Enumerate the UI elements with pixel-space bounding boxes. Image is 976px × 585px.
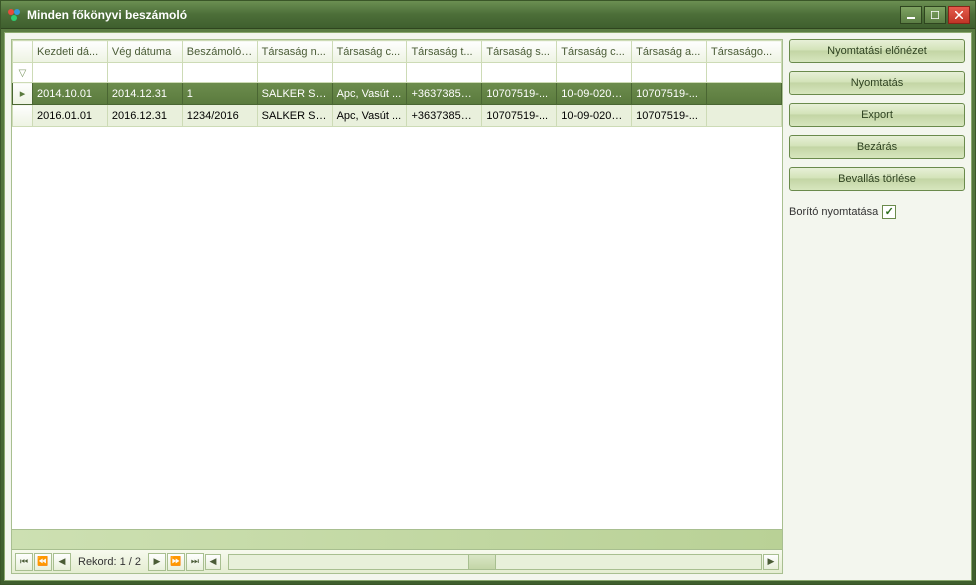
client-area: Kezdeti dá... Vég dátuma Beszámoló ... T… <box>4 32 972 581</box>
column-header[interactable]: Kezdeti dá... <box>33 41 108 63</box>
filter-icon[interactable]: ▽ <box>13 63 33 83</box>
filter-cell[interactable] <box>557 63 632 83</box>
cell[interactable]: 2014.12.31 <box>107 83 182 105</box>
cell[interactable]: Apc, Vasút ... <box>332 83 407 105</box>
cell[interactable] <box>707 83 782 105</box>
cover-print-checkbox-row: Borító nyomtatása ✓ <box>789 205 965 219</box>
side-panel: Nyomtatási előnézet Nyomtatás Export Bez… <box>789 39 965 574</box>
column-header[interactable]: Társaságo... <box>707 41 782 63</box>
cell[interactable]: 2014.10.01 <box>33 83 108 105</box>
cell[interactable]: 10707519-... <box>482 83 557 105</box>
navigator-bar: ⏮ ⏪ ◀ Rekord: 1 / 2 ▶ ⏩ ⏭ ◀ ▶ <box>12 549 782 573</box>
cell[interactable]: 10707519-... <box>482 105 557 127</box>
indicator-header <box>13 41 33 63</box>
cell[interactable]: +3637385367 <box>407 105 482 127</box>
nav-prev-page-button[interactable]: ⏪ <box>34 553 52 571</box>
header-row: Kezdeti dá... Vég dátuma Beszámoló ... T… <box>13 41 782 63</box>
cell[interactable]: 10-09-020954 <box>557 83 632 105</box>
hscroll-right-button[interactable]: ▶ <box>763 554 779 570</box>
nav-first-button[interactable]: ⏮ <box>15 553 33 571</box>
cover-print-checkbox[interactable]: ✓ <box>882 205 896 219</box>
row-indicator-icon: ▸ <box>13 83 33 105</box>
cell[interactable]: 10707519-... <box>632 83 707 105</box>
nav-next-button[interactable]: ▶ <box>148 553 166 571</box>
cover-print-label: Borító nyomtatása <box>789 206 878 218</box>
grid-panel: Kezdeti dá... Vég dátuma Beszámoló ... T… <box>11 39 783 574</box>
record-label: Rekord: 1 / 2 <box>72 556 147 568</box>
column-header[interactable]: Társaság s... <box>482 41 557 63</box>
maximize-button[interactable] <box>924 6 946 24</box>
minimize-button[interactable] <box>900 6 922 24</box>
data-grid[interactable]: Kezdeti dá... Vég dátuma Beszámoló ... T… <box>12 40 782 529</box>
filter-cell[interactable] <box>482 63 557 83</box>
column-header[interactable]: Vég dátuma <box>107 41 182 63</box>
app-window: Minden főkönyvi beszámoló Kezdeti dá... … <box>0 0 976 585</box>
delete-report-button[interactable]: Bevallás törlése <box>789 167 965 191</box>
cell[interactable]: 10707519-... <box>632 105 707 127</box>
table-row[interactable]: ▸ 2014.10.01 2014.12.31 1 SALKER Sal... … <box>13 83 782 105</box>
close-window-button[interactable] <box>948 6 970 24</box>
column-header[interactable]: Beszámoló ... <box>182 41 257 63</box>
filter-cell[interactable] <box>407 63 482 83</box>
cell[interactable]: 2016.01.01 <box>33 105 108 127</box>
export-button[interactable]: Export <box>789 103 965 127</box>
column-header[interactable]: Társaság n... <box>257 41 332 63</box>
filter-cell[interactable] <box>632 63 707 83</box>
filter-cell[interactable] <box>107 63 182 83</box>
print-preview-button[interactable]: Nyomtatási előnézet <box>789 39 965 63</box>
cell[interactable]: +3637385367 <box>407 83 482 105</box>
nav-last-button[interactable]: ⏭ <box>186 553 204 571</box>
cell[interactable] <box>707 105 782 127</box>
column-header[interactable]: Társaság t... <box>407 41 482 63</box>
filter-cell[interactable] <box>332 63 407 83</box>
close-button[interactable]: Bezárás <box>789 135 965 159</box>
cell[interactable]: 1234/2016 <box>182 105 257 127</box>
cell[interactable]: SALKER Sal... <box>257 105 332 127</box>
cell[interactable]: Apc, Vasút ... <box>332 105 407 127</box>
cell[interactable]: 1 <box>182 83 257 105</box>
summary-bar <box>12 529 782 549</box>
hscroll-left-button[interactable]: ◀ <box>205 554 221 570</box>
cell[interactable]: 2016.12.31 <box>107 105 182 127</box>
table-row[interactable]: 2016.01.01 2016.12.31 1234/2016 SALKER S… <box>13 105 782 127</box>
print-button[interactable]: Nyomtatás <box>789 71 965 95</box>
filter-cell[interactable] <box>33 63 108 83</box>
filter-cell[interactable] <box>707 63 782 83</box>
column-header[interactable]: Társaság a... <box>632 41 707 63</box>
column-header[interactable]: Társaság c... <box>332 41 407 63</box>
filter-row: ▽ <box>13 63 782 83</box>
window-title: Minden főkönyvi beszámoló <box>27 8 187 22</box>
window-icon <box>6 7 22 23</box>
nav-prev-button[interactable]: ◀ <box>53 553 71 571</box>
filter-cell[interactable] <box>182 63 257 83</box>
column-header[interactable]: Társaság c... <box>557 41 632 63</box>
nav-next-page-button[interactable]: ⏩ <box>167 553 185 571</box>
hscrollbar[interactable] <box>228 554 762 570</box>
cell[interactable]: 10-09-020954 <box>557 105 632 127</box>
titlebar[interactable]: Minden főkönyvi beszámoló <box>1 1 975 29</box>
filter-cell[interactable] <box>257 63 332 83</box>
row-indicator-icon <box>13 105 33 127</box>
cell[interactable]: SALKER Sal... <box>257 83 332 105</box>
hscroll-thumb[interactable] <box>468 555 496 569</box>
